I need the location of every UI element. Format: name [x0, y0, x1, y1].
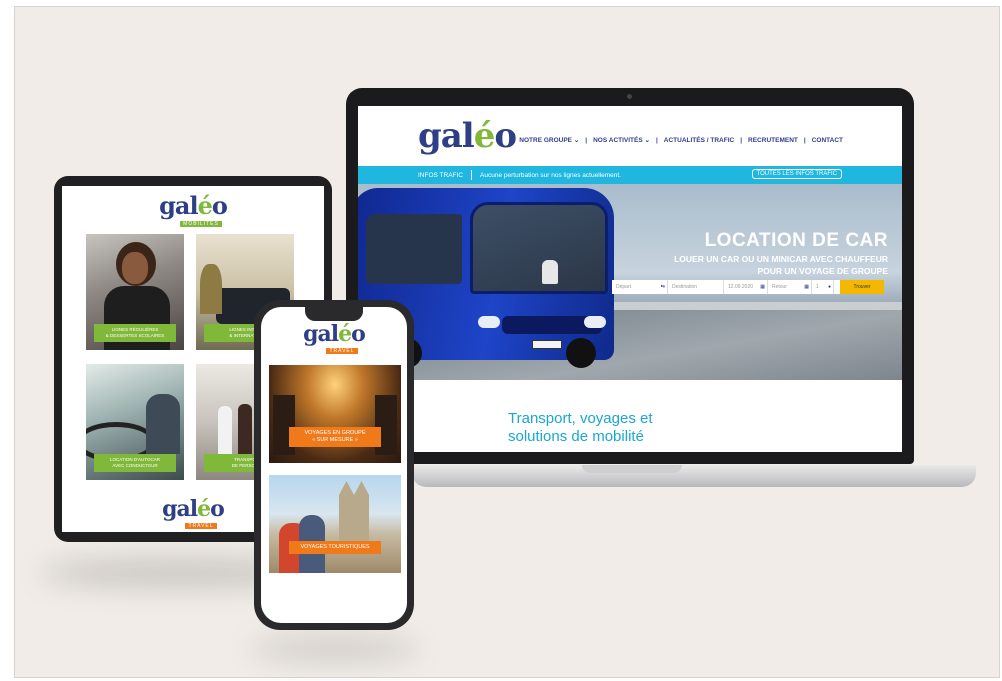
- destination-field[interactable]: Destination: [668, 280, 724, 294]
- all-traffic-info-button[interactable]: TOUTES LES INFOS TRAFIC: [751, 169, 842, 179]
- tile-lignes-regulieres[interactable]: LIGNES RÉGULIÈRES & DESSERTES SCOLAIRES: [86, 234, 184, 350]
- hero-subtitle-2: POUR UN VOYAGE DE GROUPE: [757, 266, 888, 276]
- site-header: galéo NOTRE GROUPE ⌄ | NOS ACTIVITÉS ⌄ | ACT…: [358, 106, 902, 166]
- nav-separator: |: [740, 137, 743, 144]
- traffic-message: Aucune perturbation sur nos lignes actue…: [480, 171, 621, 179]
- card-voyages-groupe[interactable]: VOYAGES EN GROUPE « SUR MESURE »: [269, 365, 401, 463]
- voyages-touristiques-button[interactable]: VOYAGES TOURISTIQUES: [289, 541, 381, 554]
- voyages-groupe-button[interactable]: VOYAGES EN GROUPE « SUR MESURE »: [289, 427, 381, 447]
- tile-label: LIGNES RÉGULIÈRES & DESSERTES SCOLAIRES: [94, 324, 176, 342]
- nav-separator: |: [655, 137, 658, 144]
- nav-notre-groupe[interactable]: NOTRE GROUPE ⌄: [516, 137, 582, 144]
- laptop-screen: galéo NOTRE GROUPE ⌄ | NOS ACTIVITÉS ⌄ | ACT…: [358, 106, 902, 452]
- laptop-base: [412, 465, 976, 487]
- phone-device: galéo TRAVEL VOYAGES EN GROUPE « SUR MESU…: [254, 300, 414, 630]
- calendar-icon: ▦: [804, 284, 809, 290]
- hero-title-block: LOCATION DE CAR LOUER UN CAR OU UN MINIC…: [674, 230, 888, 276]
- camera-dot: [627, 94, 632, 99]
- date-field[interactable]: 12.09.2020 ▦: [724, 280, 768, 294]
- galeo-logo[interactable]: galéo: [418, 116, 517, 156]
- phone-screen: galéo TRAVEL VOYAGES EN GROUPE « SUR MESU…: [261, 307, 407, 623]
- calendar-icon: ▦: [760, 284, 765, 290]
- nav-recrutement[interactable]: RECRUTEMENT: [745, 137, 801, 144]
- card-voyages-touristiques[interactable]: VOYAGES TOURISTIQUES: [269, 475, 401, 573]
- intro-line-1: Transport, voyages et: [508, 410, 653, 427]
- nav-contact[interactable]: CONTACT: [809, 137, 846, 144]
- nav-separator: |: [585, 137, 588, 144]
- main-nav: NOTRE GROUPE ⌄ | NOS ACTIVITÉS ⌄ | ACTUALITÉ…: [516, 136, 846, 144]
- nav-nos-activites[interactable]: NOS ACTIVITÉS ⌄: [590, 137, 653, 144]
- phone-notch: [305, 307, 363, 321]
- laptop-device: galéo NOTRE GROUPE ⌄ | NOS ACTIVITÉS ⌄ | ACT…: [346, 88, 914, 464]
- tile-location-autocar[interactable]: LOCATION D'AUTOCAR AVEC CONDUCTEUR: [86, 364, 184, 480]
- search-submit-button[interactable]: Trouver: [840, 280, 884, 294]
- nav-separator: |: [803, 137, 806, 144]
- tile-label: LOCATION D'AUTOCAR AVEC CONDUCTEUR: [94, 454, 176, 472]
- nav-actualites-trafic[interactable]: ACTUALITÉS / TRAFIC: [661, 137, 737, 144]
- depart-field[interactable]: Départ ⇆: [612, 280, 668, 294]
- passengers-field[interactable]: 1 ●: [812, 280, 834, 294]
- galeo-mobilites-logo[interactable]: galéo MOBILITÉS: [62, 186, 324, 236]
- intro-line-2: solutions de mobilité: [508, 428, 644, 445]
- intro-heading: Transport, voyages et solutions de mobil…: [358, 380, 902, 446]
- phone-shadow: [250, 640, 420, 658]
- person-icon: ●: [827, 284, 831, 290]
- divider: [471, 170, 473, 180]
- swap-icon[interactable]: ⇆: [661, 284, 667, 290]
- return-date-field[interactable]: Retour ▦: [768, 280, 812, 294]
- traffic-info-bar: INFOS TRAFIC Aucune perturbation sur nos…: [358, 166, 902, 184]
- hero-banner: LOCATION DE CAR LOUER UN CAR OU UN MINIC…: [358, 184, 902, 380]
- hero-title: LOCATION DE CAR: [704, 230, 888, 251]
- traffic-label: INFOS TRAFIC: [418, 171, 464, 179]
- hero-subtitle-1: LOUER UN CAR OU UN MINICAR AVEC CHAUFFEU…: [674, 254, 888, 264]
- booking-search-bar: Départ ⇆ Destination 12.09.2020 ▦ Retour ▦ …: [612, 280, 884, 294]
